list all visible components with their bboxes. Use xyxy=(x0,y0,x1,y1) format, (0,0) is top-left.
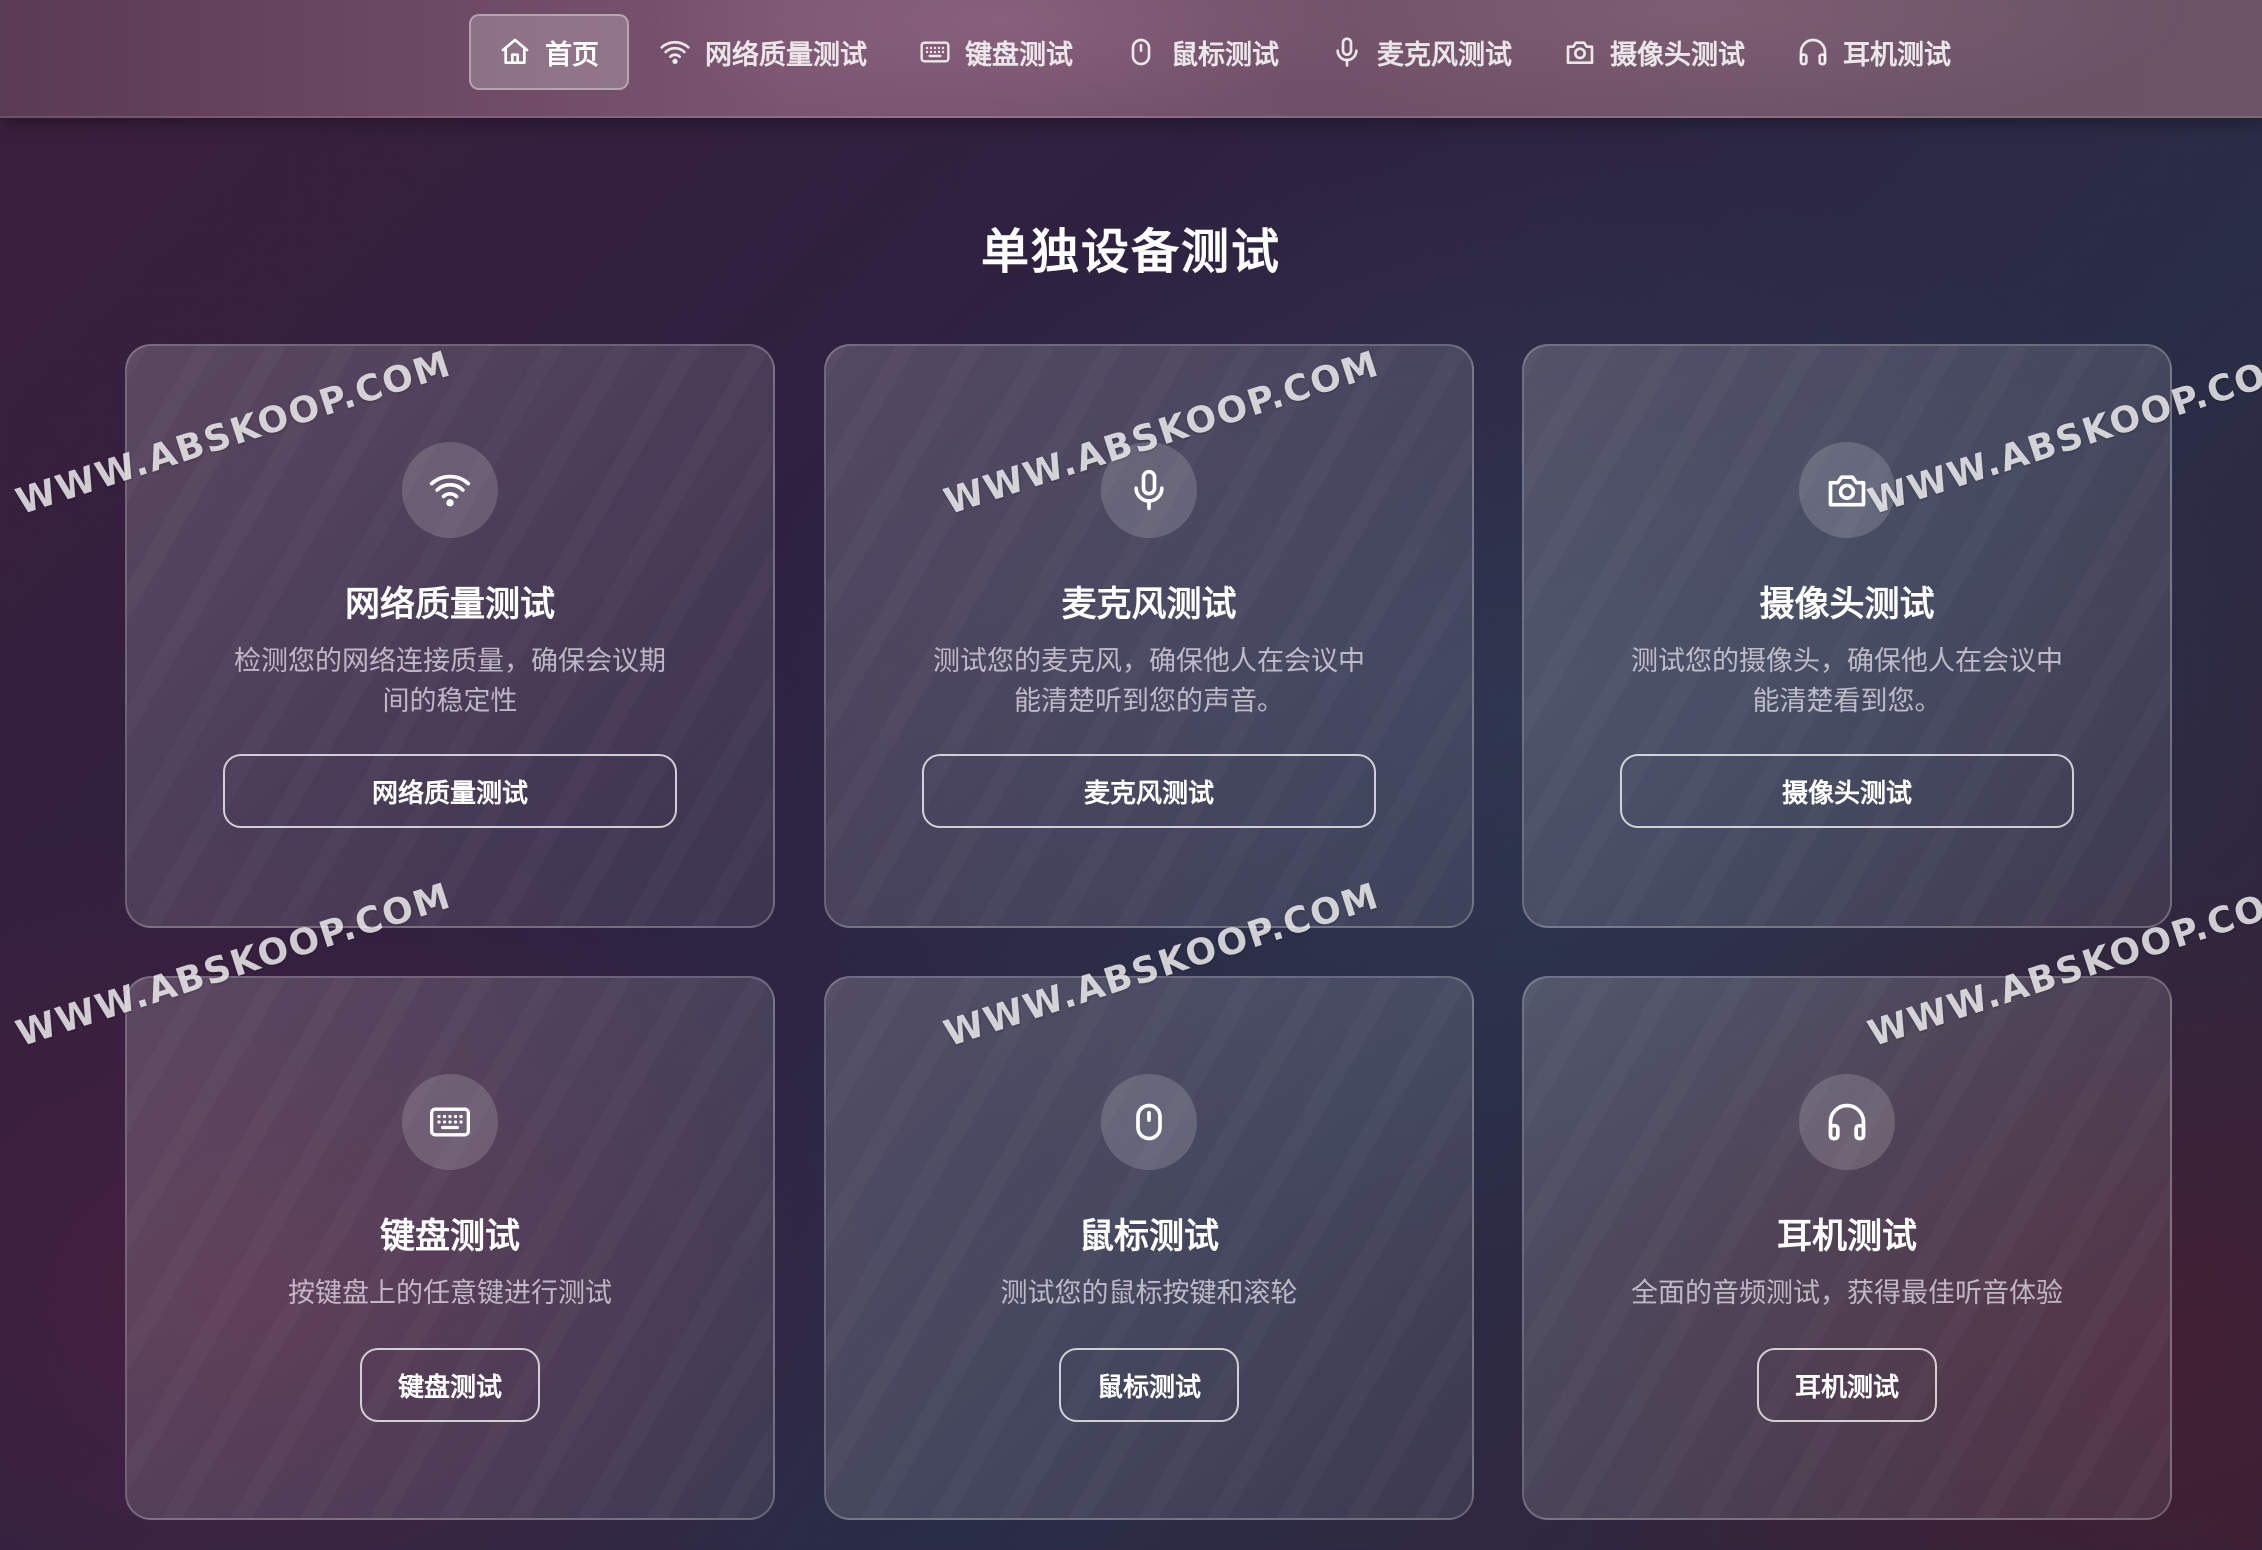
card-microphone-test: 麦克风测试 测试您的麦克风，确保他人在会议中能清楚听到您的声音。 麦克风测试 xyxy=(824,344,1474,928)
card-mouse-test: 鼠标测试 测试您的鼠标按键和滚轮 鼠标测试 xyxy=(824,976,1474,1520)
headphones-icon xyxy=(1799,38,1827,66)
card-title: 麦克风测试 xyxy=(1061,585,1237,625)
nav-item-keyboard[interactable]: 键盘测试 xyxy=(893,14,1099,90)
card-keyboard-test: 键盘测试 按键盘上的任意键进行测试 键盘测试 xyxy=(125,976,775,1520)
keyboard-icon xyxy=(430,1107,470,1137)
nav-item-label: 鼠标测试 xyxy=(1171,39,1279,71)
mouse-icon xyxy=(1136,1103,1162,1141)
card-network-test: 网络质量测试 检测您的网络连接质量，确保会议期间的稳定性 网络质量测试 xyxy=(125,344,775,928)
wifi-icon xyxy=(429,474,471,507)
nav-item-label: 键盘测试 xyxy=(965,39,1073,71)
home-icon xyxy=(501,38,529,64)
card-icon-circle xyxy=(1799,1074,1895,1170)
nav-item-label: 麦克风测试 xyxy=(1377,39,1512,71)
nav-item-label: 耳机测试 xyxy=(1843,39,1951,71)
main-nav: 首页 网络质量测试 键盘测试 鼠标测试 麦克风测试 摄像头测试 耳机测试 xyxy=(469,12,1977,92)
nav-item-label: 网络质量测试 xyxy=(705,39,867,71)
wifi-icon xyxy=(660,40,690,64)
card-description: 测试您的鼠标按键和滚轮 xyxy=(1000,1278,1298,1309)
card-camera-test: 摄像头测试 测试您的摄像头，确保他人在会议中能清楚看到您。 摄像头测试 xyxy=(1522,344,2172,928)
microphone-icon xyxy=(1134,469,1164,511)
card-title: 摄像头测试 xyxy=(1759,585,1935,625)
microphone-test-button[interactable]: 麦克风测试 xyxy=(922,754,1376,828)
nav-item-label: 首页 xyxy=(545,39,599,71)
card-icon-circle xyxy=(1101,1074,1197,1170)
card-description: 按键盘上的任意键进行测试 xyxy=(288,1278,612,1309)
card-icon-circle xyxy=(1799,442,1895,538)
nav-item-microphone[interactable]: 麦克风测试 xyxy=(1305,14,1538,90)
card-title: 网络质量测试 xyxy=(344,585,555,625)
card-icon-circle xyxy=(1101,442,1197,538)
nav-item-home[interactable]: 首页 xyxy=(469,14,629,90)
top-navigation-bar: 首页 网络质量测试 键盘测试 鼠标测试 麦克风测试 摄像头测试 耳机测试 xyxy=(0,0,2262,118)
keyboard-icon xyxy=(920,41,950,63)
card-headphones-test: 耳机测试 全面的音频测试，获得最佳听音体验 耳机测试 xyxy=(1522,976,2172,1520)
camera-test-button[interactable]: 摄像头测试 xyxy=(1620,754,2074,828)
network-test-button[interactable]: 网络质量测试 xyxy=(223,754,677,828)
card-description: 检测您的网络连接质量，确保会议期间的稳定性 xyxy=(234,646,666,717)
card-icon-circle xyxy=(402,1074,498,1170)
card-description: 全面的音频测试，获得最佳听音体验 xyxy=(1631,1278,2063,1309)
mouse-test-button[interactable]: 鼠标测试 xyxy=(1059,1348,1239,1422)
mouse-icon xyxy=(1131,38,1151,66)
microphone-icon xyxy=(1336,37,1358,67)
card-title: 耳机测试 xyxy=(1776,1217,1917,1257)
headphones-icon xyxy=(1828,1103,1866,1141)
card-description: 测试您的摄像头，确保他人在会议中能清楚看到您。 xyxy=(1631,646,2063,717)
headphones-test-button[interactable]: 耳机测试 xyxy=(1757,1348,1937,1422)
nav-item-headphones[interactable]: 耳机测试 xyxy=(1771,14,1977,90)
keyboard-test-button[interactable]: 键盘测试 xyxy=(360,1348,540,1422)
camera-icon xyxy=(1566,41,1594,64)
card-icon-circle xyxy=(402,442,498,538)
camera-icon xyxy=(1828,475,1866,507)
nav-item-mouse[interactable]: 鼠标测试 xyxy=(1099,14,1305,90)
nav-item-camera[interactable]: 摄像头测试 xyxy=(1538,14,1771,90)
page-title: 单独设备测试 xyxy=(980,224,1281,280)
nav-item-label: 摄像头测试 xyxy=(1610,39,1745,71)
card-description: 测试您的麦克风，确保他人在会议中能清楚听到您的声音。 xyxy=(933,646,1365,717)
card-title: 鼠标测试 xyxy=(1078,1217,1219,1257)
card-title: 键盘测试 xyxy=(379,1217,520,1257)
nav-item-network[interactable]: 网络质量测试 xyxy=(633,14,893,90)
